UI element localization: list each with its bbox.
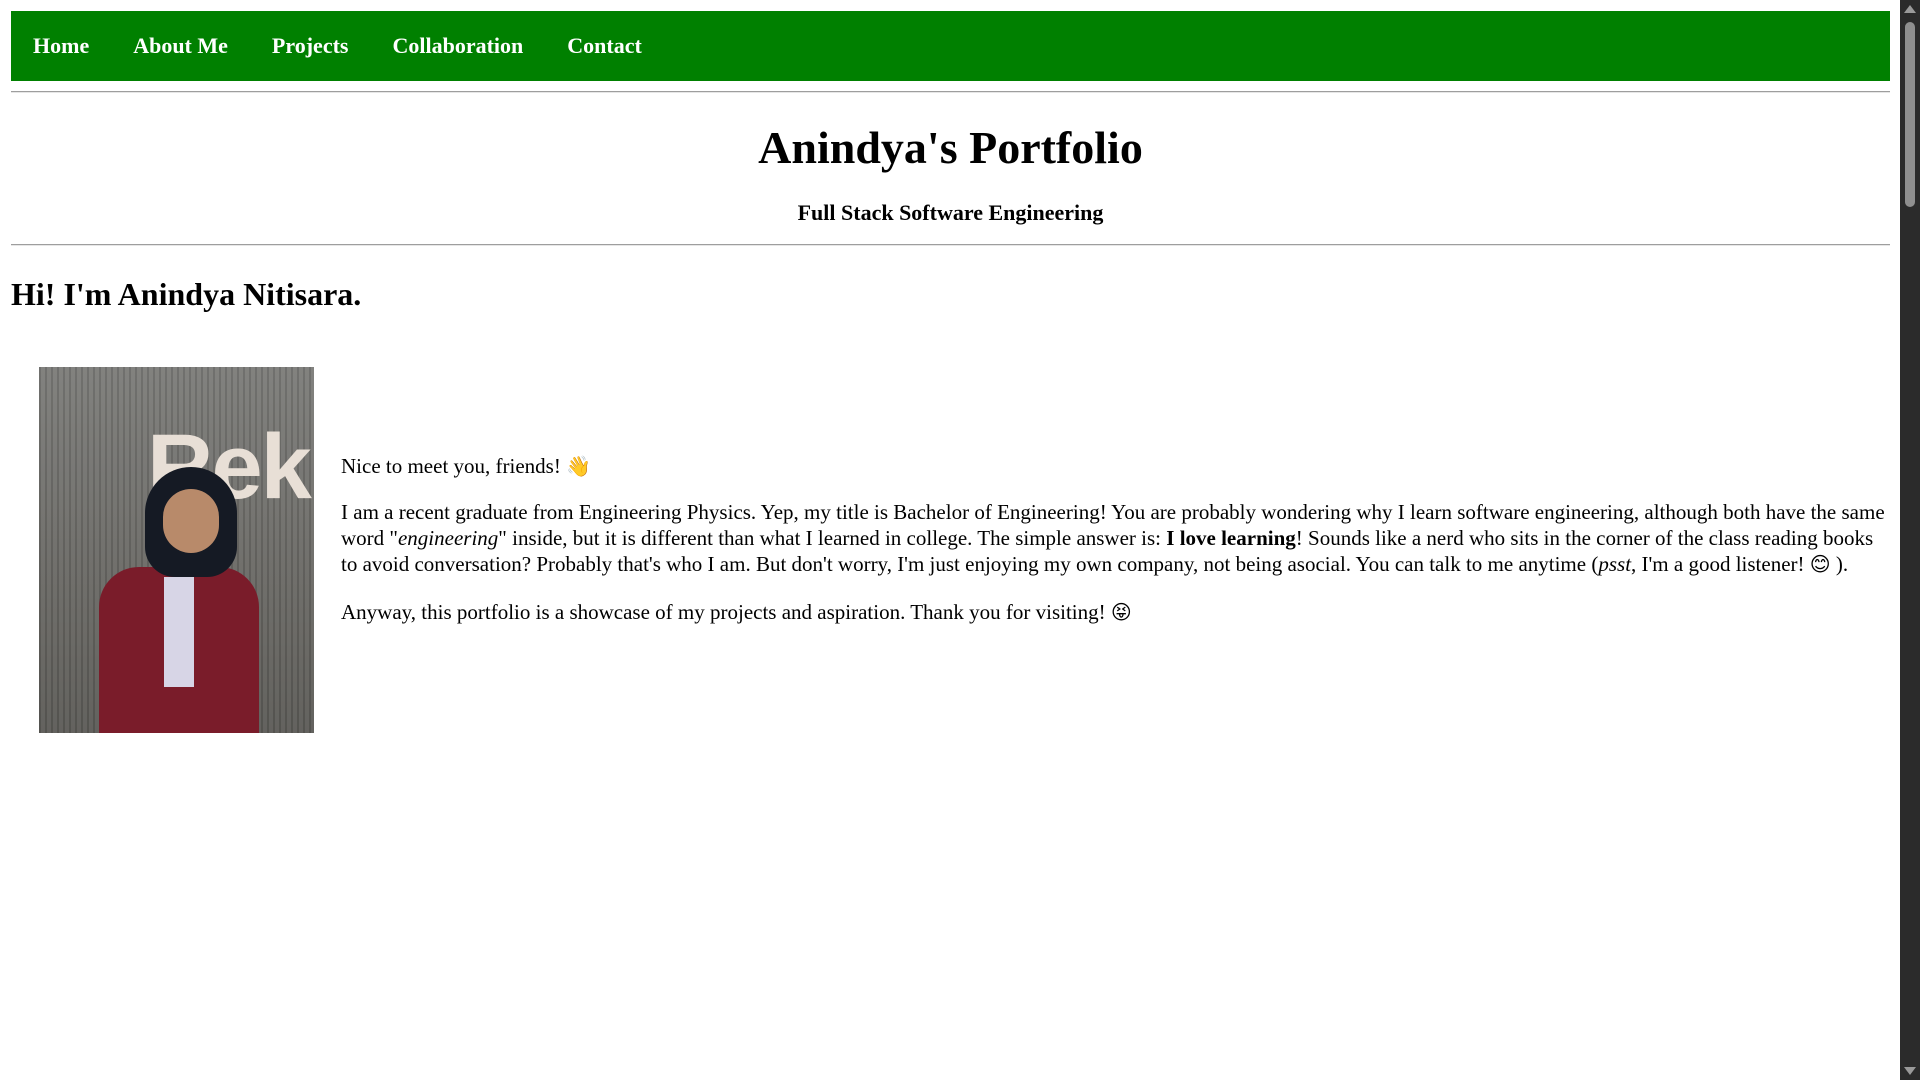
- intro-paragraph-closing: Anyway, this portfolio is a showcase of …: [341, 599, 1890, 625]
- nav-link-about-me[interactable]: About Me: [133, 33, 228, 59]
- intro-section: Rek Nice to meet you, friends! 👋 I am a …: [11, 366, 1890, 733]
- intro-paragraph-bio: I am a recent graduate from Engineering …: [341, 499, 1890, 577]
- tongue-out-face-icon: 😝: [1110, 599, 1132, 624]
- bio-text-part-4: , I'm a good listener!: [1631, 551, 1805, 576]
- bio-emphasis-engineering: engineering: [397, 525, 499, 550]
- smiling-face-icon: 😊: [1809, 551, 1831, 576]
- nav-link-collaboration[interactable]: Collaboration: [392, 33, 523, 59]
- profile-photo: Rek: [39, 366, 314, 733]
- site-subtitle: Full Stack Software Engineering: [797, 199, 1104, 225]
- nav-link-home[interactable]: Home: [33, 33, 89, 59]
- scroll-up-arrow-icon[interactable]: [1904, 5, 1916, 13]
- bio-text-end: ).: [1835, 551, 1849, 576]
- header-divider-top: [11, 91, 1890, 93]
- closing-text: Anyway, this portfolio is a showcase of …: [341, 599, 1106, 624]
- page: Home About Me Projects Collaboration Con…: [11, 11, 1890, 733]
- vertical-scrollbar[interactable]: [1900, 0, 1920, 1080]
- top-navbar: Home About Me Projects Collaboration Con…: [11, 11, 1890, 81]
- scrollbar-thumb[interactable]: [1905, 22, 1915, 207]
- photo-figure-shirt: [164, 576, 194, 687]
- nav-link-contact[interactable]: Contact: [567, 33, 642, 59]
- header-divider-bottom: [11, 243, 1890, 246]
- intro-greeting-text: Nice to meet you, friends!: [341, 453, 561, 478]
- scroll-down-arrow-icon[interactable]: [1904, 1067, 1916, 1075]
- bio-emphasis-psst: psst: [1598, 551, 1632, 576]
- intro-text: Nice to meet you, friends! 👋 I am a rece…: [341, 453, 1890, 647]
- greeting-heading: Hi! I'm Anindya Nitisara.: [11, 275, 362, 312]
- nav-link-projects[interactable]: Projects: [272, 33, 349, 59]
- photo-figure-face: [163, 488, 219, 553]
- site-title: Anindya's Portfolio: [758, 122, 1143, 173]
- waving-hand-icon: 👋: [566, 453, 591, 478]
- intro-greeting: Nice to meet you, friends! 👋: [341, 453, 1890, 479]
- bio-text-part-2: " inside, but it is different than what …: [498, 525, 1167, 550]
- bio-strong-love-learning: I love learning: [1166, 525, 1296, 550]
